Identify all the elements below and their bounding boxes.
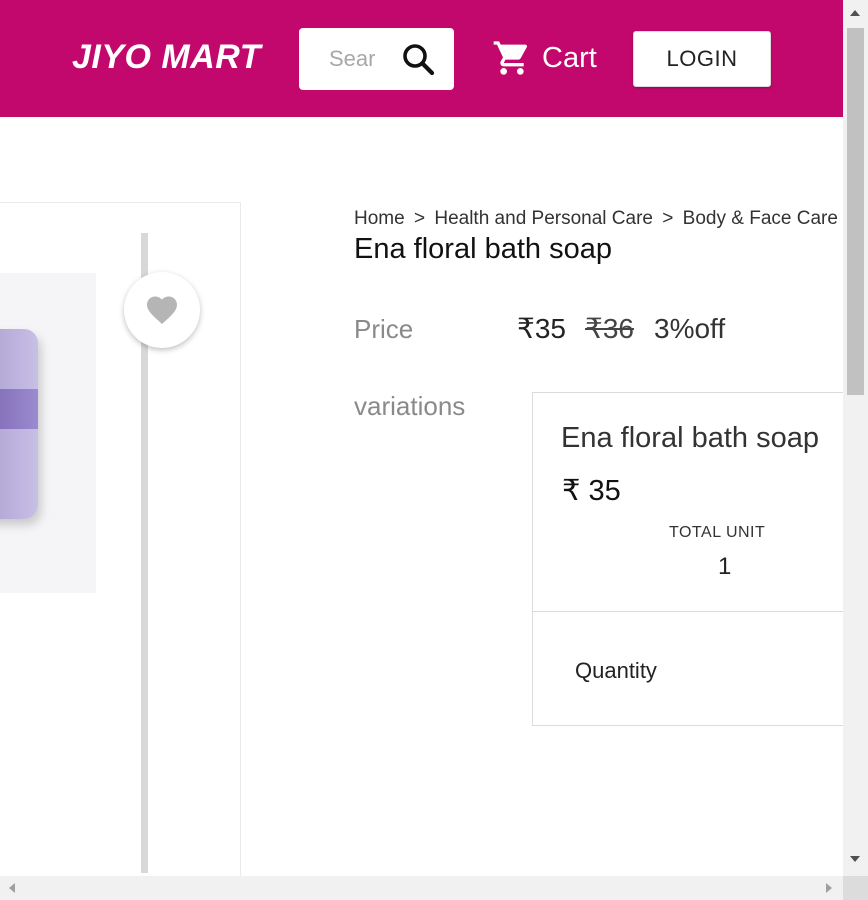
scroll-right-arrow[interactable] [826, 883, 832, 893]
variation-divider [533, 611, 851, 612]
cart-link[interactable]: Cart [492, 38, 597, 78]
product-title: Ena floral bath soap [354, 233, 612, 265]
variation-name: Ena floral bath soap [561, 422, 819, 454]
total-unit-value: 1 [718, 553, 732, 580]
login-button[interactable]: LOGIN [633, 31, 771, 87]
search-input[interactable] [321, 45, 375, 73]
soap-package-image [0, 329, 38, 519]
scrollbar-corner [843, 876, 868, 900]
breadcrumb-separator: > [413, 208, 426, 229]
breadcrumb: Home > Health and Personal Care > Body &… [354, 208, 838, 230]
sale-price: ₹35 [517, 313, 566, 344]
discount-badge: 3%off [654, 313, 726, 344]
original-price: ₹36 [585, 313, 634, 344]
breadcrumb-subcategory[interactable]: Body & Face Care [683, 208, 838, 229]
horizontal-scrollbar[interactable] [0, 876, 843, 900]
variations-label: variations [354, 391, 466, 421]
breadcrumb-separator: > [662, 208, 674, 229]
breadcrumb-category[interactable]: Health and Personal Care [434, 208, 653, 229]
vertical-scrollbar[interactable] [843, 0, 868, 876]
product-image[interactable] [0, 273, 96, 593]
brand-logo[interactable]: JIYO MART [72, 38, 261, 77]
cart-label: Cart [542, 41, 597, 74]
breadcrumb-home[interactable]: Home [354, 208, 405, 229]
variation-price: ₹ 35 [562, 475, 621, 507]
scroll-up-arrow[interactable] [850, 10, 860, 16]
price-label: Price [354, 314, 414, 344]
search-icon [403, 44, 435, 76]
cart-icon [493, 41, 528, 75]
top-navbar: JIYO MART Cart LOGIN [0, 0, 843, 117]
heart-icon [147, 296, 177, 325]
wishlist-button[interactable] [124, 272, 200, 348]
variation-card[interactable]: Ena floral bath soap ₹ 35 TOTAL UNIT 1 Q… [532, 392, 852, 726]
scroll-left-arrow[interactable] [9, 883, 15, 893]
search-button[interactable] [399, 40, 439, 80]
scroll-thumb[interactable] [847, 28, 864, 395]
product-image-card [0, 202, 241, 892]
search-box [299, 28, 454, 90]
total-unit-label: TOTAL UNIT [669, 524, 766, 541]
scroll-down-arrow[interactable] [850, 856, 860, 862]
quantity-label: Quantity [575, 658, 657, 683]
